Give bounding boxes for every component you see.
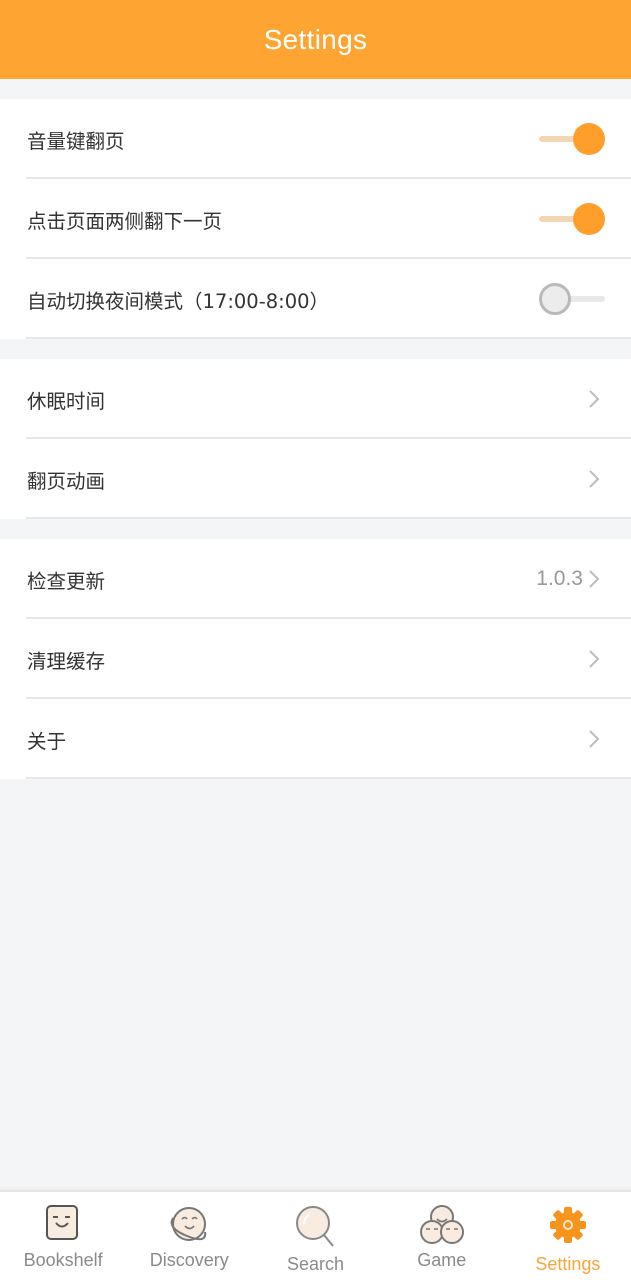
- tab-label: Game: [417, 1250, 467, 1270]
- planet-face-icon: [170, 1207, 207, 1241]
- chevron-right-icon: [589, 650, 600, 668]
- tab-discovery[interactable]: Discovery: [126, 1192, 252, 1280]
- setting-check-update[interactable]: 检查更新 1.0.3: [0, 539, 631, 619]
- chevron-right-icon: [589, 470, 600, 488]
- tab-label: Search: [286, 1254, 345, 1274]
- setting-clear-cache[interactable]: 清理缓存: [0, 619, 631, 699]
- setting-about[interactable]: 关于: [0, 699, 631, 779]
- version-value: 1.0.3: [536, 567, 583, 590]
- toggle-thumb[interactable]: [539, 283, 571, 315]
- auto-night-mode-toggle[interactable]: [539, 281, 605, 317]
- bottom-tab-bar: Bookshelf Discovery Search Game Settings: [0, 1190, 631, 1280]
- gear-icon: [549, 1207, 586, 1243]
- setting-auto-night-mode[interactable]: 自动切换夜间模式（17:00-8:00）: [0, 259, 631, 339]
- setting-label: 音量键翻页: [27, 129, 125, 153]
- toggle-thumb[interactable]: [573, 203, 605, 235]
- tab-label: Bookshelf: [23, 1250, 103, 1270]
- tab-settings[interactable]: Settings: [505, 1192, 631, 1280]
- tab-bookshelf[interactable]: Bookshelf: [0, 1192, 126, 1280]
- setting-label: 休眠时间: [27, 389, 106, 413]
- behavior-settings-group: 休眠时间 翻页动画: [0, 359, 631, 519]
- magnifier-icon: [295, 1206, 334, 1247]
- tap-sides-toggle[interactable]: [539, 201, 605, 237]
- setting-sleep-time[interactable]: 休眠时间: [0, 359, 631, 439]
- setting-tap-sides-page-turn[interactable]: 点击页面两侧翻下一页: [0, 179, 631, 259]
- tab-label: Discovery: [149, 1250, 229, 1270]
- tab-game[interactable]: Game: [379, 1192, 505, 1280]
- chevron-right-icon: [589, 390, 600, 408]
- bookshelf-face-icon: [46, 1205, 79, 1240]
- setting-label: 自动切换夜间模式（17:00-8:00）: [27, 289, 330, 313]
- volume-key-toggle[interactable]: [539, 121, 605, 157]
- app-settings-group: 检查更新 1.0.3 清理缓存 关于: [0, 539, 631, 779]
- setting-label: 检查更新: [27, 569, 106, 593]
- setting-label: 关于: [27, 729, 67, 753]
- tab-search[interactable]: Search: [252, 1192, 378, 1280]
- three-faces-icon: [419, 1205, 464, 1244]
- chevron-right-icon: [589, 570, 600, 588]
- toggle-thumb[interactable]: [573, 123, 605, 155]
- reading-settings-group: 音量键翻页 点击页面两侧翻下一页 自动切换夜间模式（17:00-8:00）: [0, 99, 631, 339]
- page-title: Settings: [263, 23, 368, 55]
- setting-volume-key-page-turn[interactable]: 音量键翻页: [0, 99, 631, 179]
- setting-label: 清理缓存: [27, 649, 106, 673]
- chevron-right-icon: [589, 730, 600, 748]
- tab-label: Settings: [535, 1254, 601, 1274]
- setting-label: 翻页动画: [27, 469, 106, 493]
- setting-label: 点击页面两侧翻下一页: [27, 209, 223, 233]
- app-bar: Settings: [0, 0, 631, 79]
- setting-page-animation[interactable]: 翻页动画: [0, 439, 631, 519]
